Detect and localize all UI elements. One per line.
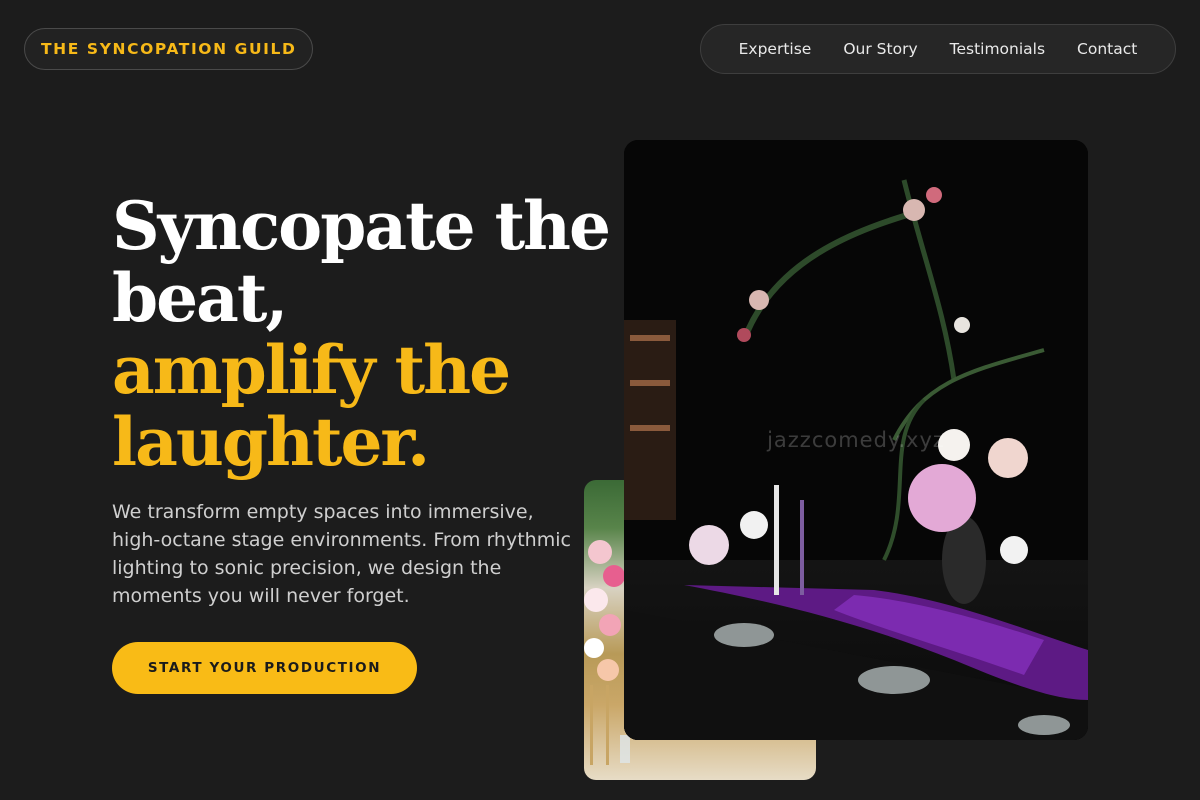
headline-line-2: beat,	[112, 259, 288, 337]
nav-link-testimonials[interactable]: Testimonials	[950, 40, 1045, 58]
hero-subtext: We transform empty spaces into immersive…	[112, 501, 571, 607]
nav-link-contact[interactable]: Contact	[1077, 40, 1137, 58]
banquet-table-photo: jazzcomedy.xyz	[624, 140, 1088, 740]
hero-headline: Syncopate the beat, amplify the laughter…	[112, 190, 612, 478]
main-nav: Expertise Our Story Testimonials Contact	[700, 24, 1176, 74]
nav-link-expertise[interactable]: Expertise	[739, 40, 812, 58]
brand-logo[interactable]: THE SYNCOPATION GUILD	[24, 28, 314, 70]
banquet-illustration	[624, 140, 1088, 740]
headline-accent-line-1: amplify the	[112, 331, 511, 409]
nav-link-our-story[interactable]: Our Story	[843, 40, 917, 58]
headline-line-1: Syncopate the	[112, 187, 611, 265]
headline-accent-line-2: laughter.	[112, 403, 430, 481]
start-production-button[interactable]: START YOUR PRODUCTION	[112, 642, 417, 694]
